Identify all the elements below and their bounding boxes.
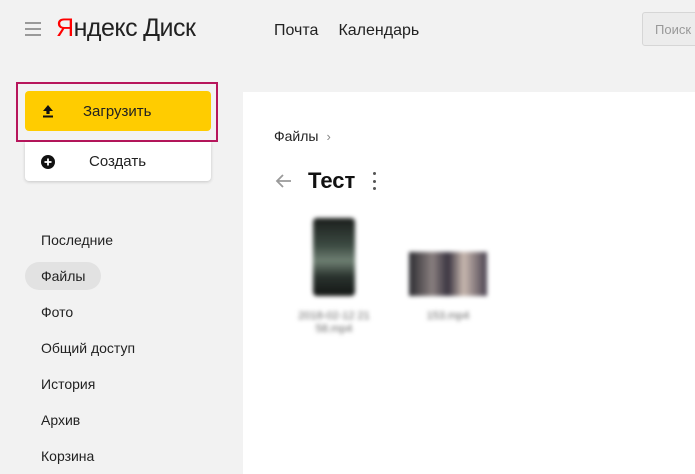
nav-link-calendar[interactable]: Календарь <box>338 22 419 40</box>
file-caption-line: 58.mp4 <box>315 323 353 335</box>
sidebar-item-label: Общий доступ <box>41 340 136 356</box>
sidebar-item-label: Файлы <box>25 262 102 290</box>
create-label: Создать <box>89 153 147 170</box>
sidebar-item-photo[interactable]: Фото <box>25 294 225 330</box>
upload-label: Загрузить <box>83 102 152 120</box>
sidebar-item-label: Корзина <box>41 448 95 464</box>
plus-circle-icon <box>41 154 55 169</box>
video-thumbnail <box>409 252 487 296</box>
sidebar-item-label: Фото <box>41 304 74 320</box>
arrow-left-icon[interactable] <box>274 171 294 191</box>
breadcrumb-separator: › <box>326 128 331 144</box>
file-caption: 2018-02-12 21 58.mp4 <box>274 310 394 336</box>
video-thumbnail <box>313 218 355 296</box>
file-caption: 153.mp4 <box>398 310 498 323</box>
logo-service: Диск <box>143 14 196 42</box>
logo[interactable]: Яндекс Диск <box>56 14 196 43</box>
file-tile[interactable]: 2018-02-12 21 58.mp4 <box>274 202 394 336</box>
sidebar-item-files[interactable]: Файлы <box>25 258 225 294</box>
sidebar-item-label: Архив <box>41 412 81 428</box>
search-input[interactable]: Поиск <box>642 12 695 46</box>
create-button[interactable]: Создать <box>25 142 211 181</box>
folder-header: Тест <box>274 168 377 194</box>
sidebar-item-recent[interactable]: Последние <box>25 222 225 258</box>
file-caption-line: 153.mp4 <box>426 310 470 322</box>
burger-menu-icon[interactable] <box>25 22 41 36</box>
top-nav: Почта Календарь <box>274 22 419 40</box>
file-grid: 2018-02-12 21 58.mp4 153.mp4 <box>274 202 520 362</box>
folder-title: Тест <box>308 168 356 193</box>
sidebar-item-label: Последние <box>41 232 114 248</box>
nav-link-mail[interactable]: Почта <box>274 22 318 40</box>
upload-button[interactable]: Загрузить <box>25 91 211 131</box>
file-tile[interactable]: 153.mp4 <box>398 242 498 323</box>
logo-letter: Я <box>56 14 74 42</box>
main-panel: Файлы › Тест 2018-02-12 21 58.mp4 153.mp… <box>243 92 695 474</box>
sidebar-nav: Последние Файлы Фото Общий доступ Истори… <box>25 222 225 474</box>
logo-text: ндекс <box>73 14 138 42</box>
upload-arrow-icon <box>41 104 55 118</box>
header: Яндекс Диск Почта Календарь Поиск <box>0 0 695 62</box>
breadcrumb-item-files[interactable]: Файлы <box>274 128 318 144</box>
sidebar-item-archive[interactable]: Архив <box>25 402 225 438</box>
file-caption-line: 2018-02-12 21 <box>298 310 370 322</box>
vertical-dots-icon[interactable] <box>371 172 377 190</box>
sidebar-item-trash[interactable]: Корзина <box>25 438 225 474</box>
sidebar-item-shared[interactable]: Общий доступ <box>25 330 225 366</box>
sidebar-item-history[interactable]: История <box>25 366 225 402</box>
breadcrumb: Файлы › <box>274 128 331 144</box>
sidebar-item-label: История <box>41 376 96 392</box>
